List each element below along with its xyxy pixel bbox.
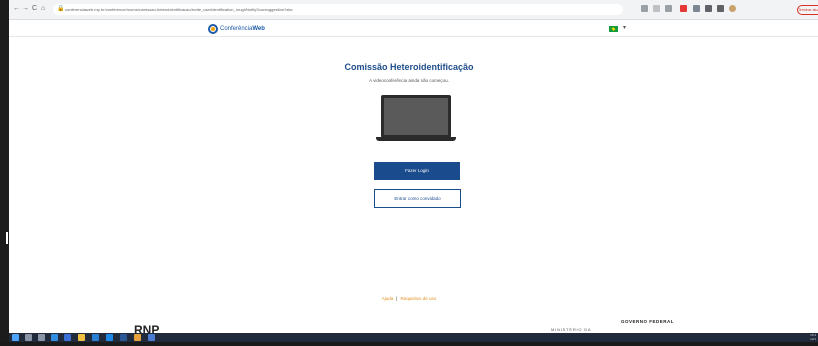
forward-icon[interactable]: → [22, 4, 29, 14]
terms-link[interactable]: Requisitos de uso [400, 296, 436, 301]
store-icon[interactable] [106, 334, 113, 341]
left-edge-bar [0, 0, 9, 342]
update-button[interactable]: Terminar atualização [797, 5, 818, 15]
extension-icon[interactable] [693, 5, 700, 12]
address-url: conferenciaweb.rnp.br/conference/rooms/c… [65, 7, 293, 12]
screen: ← → C ⌂ 🔒 conferenciaweb.rnp.br/conferen… [0, 0, 818, 342]
start-icon[interactable] [12, 334, 19, 341]
home-icon[interactable]: ⌂ [41, 4, 45, 14]
laptop-illustration [376, 95, 456, 141]
laptop-display [384, 98, 448, 135]
edge-icon[interactable] [51, 334, 58, 341]
logo-text-plain: Conferência [220, 25, 253, 32]
ministry-label: MINISTÉRIO DA [551, 327, 592, 332]
app-icon[interactable] [64, 334, 71, 341]
conferenciaweb-logo[interactable]: ConferênciaWeb [208, 23, 265, 34]
back-icon[interactable]: ← [13, 4, 20, 14]
laptop-screen [381, 95, 451, 138]
windows-taskbar: 15:4 12/1 [9, 333, 818, 342]
clock-date: 12/1 [810, 336, 816, 341]
word-icon[interactable] [120, 334, 127, 341]
gov-label: GOVERNO FEDERAL [621, 319, 675, 324]
sidebar-icon[interactable] [717, 5, 724, 12]
help-link[interactable]: Ajuda [382, 296, 394, 301]
logo-icon [208, 23, 218, 34]
search-icon[interactable] [25, 334, 32, 341]
app-icon[interactable] [148, 334, 155, 341]
footer-links: Ajuda | Requisitos de uso [300, 296, 518, 301]
task-view-icon[interactable] [38, 334, 45, 341]
language-caret-icon[interactable]: ▾ [623, 24, 626, 32]
footer-separator: | [396, 296, 398, 301]
page-header: ConferênciaWeb ▾ [9, 20, 818, 37]
page-title: Comissão Heteroidentificação [344, 62, 474, 72]
browser-toolbar: ← → C ⌂ 🔒 conferenciaweb.rnp.br/conferen… [9, 0, 818, 20]
logo-text-bold: Web [252, 25, 265, 32]
reload-icon[interactable]: C [32, 4, 37, 14]
logo-text: ConferênciaWeb [220, 26, 265, 32]
taskbar-clock[interactable]: 15:4 12/1 [810, 333, 816, 341]
extension-icon[interactable] [665, 5, 672, 12]
address-bar[interactable]: 🔒 conferenciaweb.rnp.br/conference/rooms… [53, 4, 623, 15]
lock-icon: 🔒 [57, 6, 65, 12]
status-message: A videoconferência ainda não começou. [369, 78, 449, 83]
brazil-flag-icon[interactable] [609, 26, 618, 32]
avatar[interactable] [729, 5, 736, 12]
share-icon[interactable] [653, 5, 660, 12]
explorer-icon[interactable] [78, 334, 85, 341]
mail-icon[interactable] [92, 334, 99, 341]
left-edge-marker [6, 232, 8, 244]
extension-icon[interactable] [641, 5, 648, 12]
guest-button[interactable]: Entrar como convidado [374, 189, 461, 208]
laptop-base [376, 137, 456, 141]
chrome-icon[interactable] [134, 334, 141, 341]
login-button[interactable]: Fazer Login [374, 162, 460, 180]
adblock-icon[interactable] [680, 5, 687, 12]
puzzle-icon[interactable] [705, 5, 712, 12]
